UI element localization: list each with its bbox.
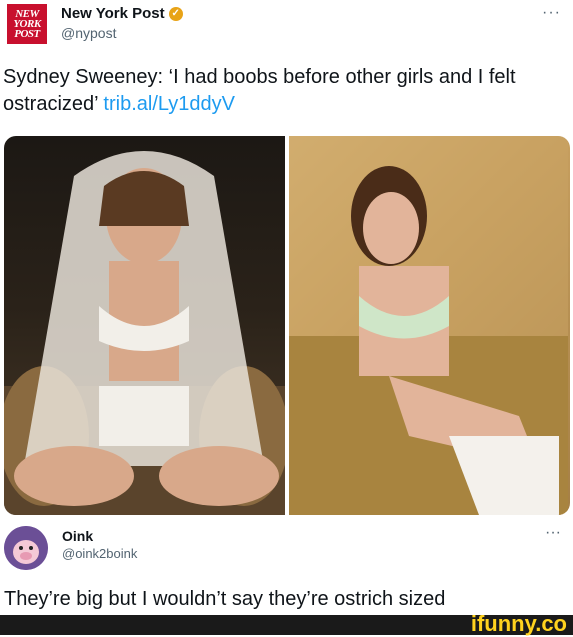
reply-text: They’re big but I wouldn’t say they’re o… [4,588,446,610]
post-body: Sydney Sweeney: ‘I had boobs before othe… [3,66,516,115]
post-link[interactable]: trib.al/Ly1ddyV [103,93,235,115]
photo-left[interactable] [4,136,285,515]
author-name[interactable]: New York Post ✓ [61,5,183,22]
post-header: NEW YORK POST New York Post ✓ @nypost ··· [0,0,573,54]
pig-avatar-icon [4,526,48,570]
reply-author-name[interactable]: Oink [62,528,93,544]
reply-more-options-icon[interactable]: ··· [545,524,561,542]
author-handle[interactable]: @nypost [61,25,116,41]
media-grid [4,136,570,515]
reply-author-handle[interactable]: @oink2boink [62,546,137,561]
more-options-icon[interactable]: ··· [542,4,561,22]
photo-woman-on-gold-couch-icon [289,136,568,515]
author-name-text[interactable]: New York Post [61,5,165,22]
nypost-logo-avatar[interactable]: NEW YORK POST [7,4,47,44]
post-text: Sydney Sweeney: ‘I had boobs before othe… [3,64,571,118]
reply-avatar[interactable] [4,526,48,570]
photo-right[interactable] [289,136,570,515]
ifunny-watermark: ifunny.co [470,611,567,636]
verified-badge-icon: ✓ [168,6,183,21]
photo-woman-white-lace-veil-icon [4,151,285,515]
